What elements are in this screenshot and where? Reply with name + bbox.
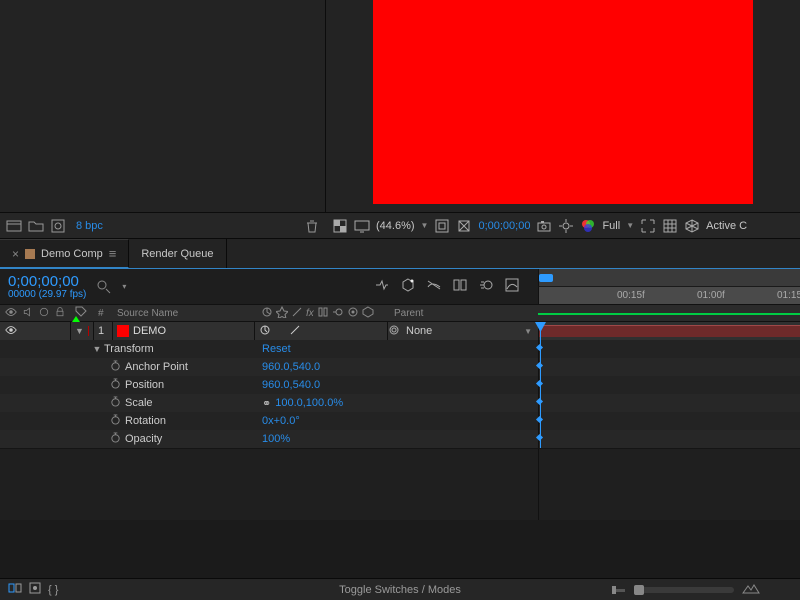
project-panel-footer: 8 bpc — [0, 212, 326, 238]
framerate-label: 00000 (29.97 fps) — [8, 289, 86, 300]
stopwatch-icon[interactable] — [110, 432, 121, 446]
zoom-value[interactable]: (44.6%) — [376, 220, 415, 232]
twirl-icon[interactable]: ▼ — [92, 344, 102, 354]
zoom-out-icon[interactable] — [742, 582, 760, 597]
parent-dropdown[interactable]: None — [406, 325, 518, 337]
show-snapshot-icon[interactable] — [558, 218, 574, 234]
reset-link[interactable]: Reset — [262, 343, 291, 355]
resolution-dropdown[interactable]: Full — [602, 220, 620, 232]
rotation-value[interactable]: 0x+0.0° — [262, 415, 300, 427]
safe-zones-icon[interactable] — [434, 218, 450, 234]
chevron-down-icon[interactable]: ▼ — [524, 327, 532, 336]
switch-icon[interactable] — [289, 324, 301, 339]
new-comp-icon[interactable] — [50, 218, 66, 234]
mask-icon[interactable] — [456, 218, 472, 234]
3d-view-icon[interactable] — [684, 218, 700, 234]
toggle-switches-modes-button[interactable]: Toggle Switches / Modes — [339, 584, 461, 596]
graph-editor-icon[interactable] — [504, 277, 520, 296]
switches-icon — [276, 306, 288, 321]
alpha-icon[interactable] — [332, 218, 348, 234]
timeline-panel: 0;00;00;00 00000 (29.97 fps) ▾ 00:15f — [0, 268, 800, 520]
stopwatch-icon[interactable] — [110, 414, 121, 428]
close-icon[interactable]: × — [12, 247, 19, 261]
timeline-tabs: × Demo Comp ≡ Render Queue — [0, 238, 800, 268]
layer-bar[interactable] — [539, 325, 800, 337]
solo-icon[interactable] — [38, 306, 50, 321]
zoom-slider-handle[interactable] — [612, 585, 626, 595]
viewer-footer: (44.6%) ▼ 0;00;00;00 Full ▼ Active C — [326, 212, 800, 238]
switches-icon — [291, 306, 303, 321]
interpret-footage-icon[interactable] — [6, 218, 22, 234]
prop-rotation[interactable]: Rotation 0x+0.0° — [0, 412, 800, 430]
anchor-value[interactable]: 960.0,540.0 — [262, 361, 320, 373]
frame-blend-icon[interactable] — [452, 277, 468, 296]
stopwatch-icon[interactable] — [110, 360, 121, 374]
tab-label: Demo Comp — [41, 248, 103, 260]
search-icon[interactable] — [96, 279, 112, 295]
comp-mini-flow-icon[interactable] — [374, 277, 390, 296]
viewer-timecode[interactable]: 0;00;00;00 — [478, 220, 530, 232]
stopwatch-icon[interactable] — [110, 378, 121, 392]
position-value[interactable]: 960.0,540.0 — [262, 379, 320, 391]
transform-group[interactable]: ▼ Transform Reset — [0, 340, 800, 358]
prop-scale[interactable]: Scale ⚭ 100.0,100.0% — [0, 394, 800, 412]
toggle-switches-icon[interactable] — [8, 581, 22, 598]
monitor-icon[interactable] — [354, 218, 370, 234]
playhead[interactable] — [540, 322, 541, 448]
prop-opacity[interactable]: Opacity 100% — [0, 430, 800, 448]
stopwatch-icon[interactable] — [110, 396, 121, 410]
label-color-icon[interactable] — [88, 326, 89, 336]
speaker-icon[interactable] — [22, 306, 34, 321]
scale-value[interactable]: 100.0,100.0% — [275, 397, 343, 409]
chevron-down-icon[interactable]: ▼ — [421, 221, 429, 230]
switch-icon[interactable] — [259, 324, 271, 339]
panel-menu-icon[interactable]: ≡ — [109, 246, 117, 261]
motion-blur-icon[interactable] — [478, 277, 494, 296]
opacity-value[interactable]: 100% — [262, 433, 290, 445]
project-panel[interactable]: 8 bpc — [0, 0, 326, 238]
eye-icon[interactable] — [4, 323, 18, 340]
toggle-modes-icon[interactable] — [28, 581, 42, 598]
lock-icon[interactable] — [54, 306, 66, 321]
switches-icon — [261, 306, 273, 321]
zoom-slider[interactable] — [634, 587, 734, 593]
roi-icon[interactable] — [640, 218, 656, 234]
eye-icon[interactable] — [4, 305, 18, 322]
transparency-grid-icon[interactable] — [662, 218, 678, 234]
comp-swatch-icon — [25, 249, 35, 259]
tab-demo-comp[interactable]: × Demo Comp ≡ — [0, 239, 129, 268]
layer-row[interactable]: ▼ 1 DEMO None ▼ — [0, 322, 800, 340]
twirl-icon[interactable]: ▼ — [75, 326, 84, 336]
hide-shy-icon[interactable] — [426, 277, 442, 296]
tab-label: Render Queue — [141, 248, 213, 260]
channels-icon[interactable] — [580, 218, 596, 234]
constrain-icon[interactable]: ⚭ — [262, 397, 271, 410]
brackets-icon[interactable]: { } — [48, 584, 58, 596]
prop-anchor-point[interactable]: Anchor Point 960.0,540.0 — [0, 358, 800, 376]
chevron-down-icon[interactable]: ▼ — [626, 221, 634, 230]
composition-viewer[interactable]: (44.6%) ▼ 0;00;00;00 Full ▼ Active C — [326, 0, 800, 238]
switches-icon — [317, 306, 329, 321]
pickwhip-icon[interactable] — [388, 324, 400, 339]
snapshot-icon[interactable] — [536, 218, 552, 234]
switches-icon — [362, 306, 374, 321]
solid-swatch-icon — [117, 325, 129, 337]
time-ruler[interactable]: 00:15f 01:00f 01:15f — [538, 269, 800, 304]
preview-solid — [373, 0, 753, 204]
timeline-footer: { } Toggle Switches / Modes — [0, 578, 800, 600]
switches-icon — [347, 306, 359, 321]
switches-icon — [332, 306, 344, 321]
column-header: # Source Name fx Parent — [0, 304, 800, 322]
trash-icon[interactable] — [304, 218, 320, 234]
active-camera-label[interactable]: Active C — [706, 220, 747, 232]
bpc-button[interactable]: 8 bpc — [72, 220, 107, 232]
prop-position[interactable]: Position 960.0,540.0 — [0, 376, 800, 394]
tab-render-queue[interactable]: Render Queue — [129, 239, 226, 268]
draft-3d-icon[interactable] — [400, 277, 416, 296]
timeline-empty-area[interactable] — [0, 448, 800, 520]
work-area-start-icon[interactable] — [539, 274, 553, 282]
current-timecode[interactable]: 0;00;00;00 — [8, 274, 86, 289]
folder-icon[interactable] — [28, 218, 44, 234]
